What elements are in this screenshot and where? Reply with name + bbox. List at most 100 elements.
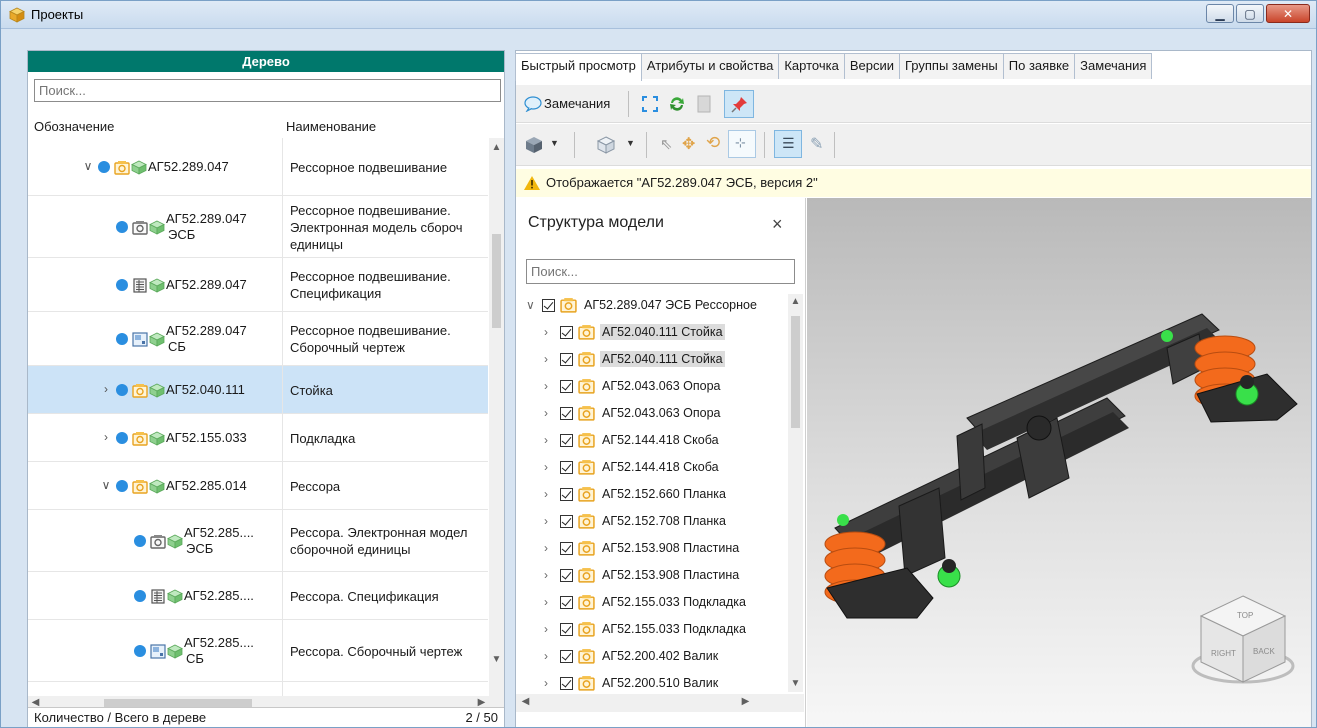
view-cube-outline-icon[interactable] (596, 136, 616, 154)
visibility-checkbox[interactable] (560, 326, 573, 339)
visibility-checkbox[interactable] (560, 569, 573, 582)
visibility-checkbox[interactable] (560, 461, 573, 474)
tree-row[interactable]: › АГ52.155.033 Подкладка (28, 414, 488, 462)
structure-item[interactable]: › АГ52.200.510 Валик (516, 672, 784, 692)
column-header-designation[interactable]: Обозначение (34, 119, 114, 134)
structure-item[interactable]: › АГ52.152.708 Планка (516, 510, 784, 534)
expand-chevron-icon[interactable]: › (544, 514, 548, 528)
select-cursor-icon[interactable]: ⇖ (660, 135, 673, 153)
visibility-checkbox[interactable] (560, 353, 573, 366)
structure-item[interactable]: › АГ52.153.908 Пластина (516, 564, 784, 588)
structure-item[interactable]: › АГ52.200.402 Валик (516, 645, 784, 669)
collapse-chevron-icon[interactable]: ∨ (82, 159, 94, 173)
tree-row[interactable]: АГ52.289.047 СБ Рессорное подвешивание. Сбо… (28, 312, 488, 366)
column-header-name[interactable]: Наименование (286, 119, 376, 134)
tree-row[interactable]: АГ52.285.... СБ Рессора. Сборочный чертеж (28, 620, 488, 682)
refresh-icon[interactable] (668, 95, 686, 113)
tree-row[interactable]: АГ52.289.047 ЭСБ Рессорное подвешивание. Эл… (28, 196, 488, 258)
expand-chevron-icon[interactable]: › (544, 487, 548, 501)
expand-chevron-icon[interactable]: › (544, 352, 548, 366)
title-bar[interactable]: Проекты ▁ ▢ ✕ (1, 1, 1316, 29)
measure-tool-icon[interactable]: ✎ (810, 134, 823, 154)
view-cube-right-label[interactable]: RIGHT (1211, 649, 1236, 658)
structure-root-item[interactable]: ∨ АГ52.289.047 ЭСБ Рессорное (516, 294, 784, 318)
3d-viewport[interactable]: TOP RIGHT BACK (807, 198, 1311, 728)
view-cube[interactable]: TOP RIGHT BACK (1191, 595, 1295, 684)
tree-row[interactable]: ∨ АГ52.285.014 Рессора (28, 462, 488, 510)
pan-move-icon[interactable]: ✥ (682, 134, 695, 154)
structure-item[interactable]: › АГ52.155.033 Подкладка (516, 618, 784, 642)
tree-row[interactable]: ∨ АГ52.289.047 Рессорное подвешивание (28, 138, 488, 196)
collapse-chevron-icon[interactable]: ∨ (100, 478, 112, 492)
scroll-down-icon[interactable]: ▼ (489, 654, 504, 665)
visibility-checkbox[interactable] (560, 515, 573, 528)
structure-toggle-button[interactable]: ☰ (774, 130, 802, 158)
expand-chevron-icon[interactable]: › (100, 382, 112, 396)
structure-item[interactable]: › АГ52.040.111 Стойка (516, 321, 784, 345)
scroll-left-icon[interactable]: ◀ (518, 696, 533, 707)
view-cube-top-label[interactable]: TOP (1237, 611, 1253, 620)
structure-item[interactable]: › АГ52.152.660 Планка (516, 483, 784, 507)
fullscreen-icon[interactable] (642, 96, 658, 112)
visibility-checkbox[interactable] (560, 596, 573, 609)
tab-remarks[interactable]: Замечания (1074, 53, 1153, 79)
structure-item[interactable]: › АГ52.155.033 Подкладка (516, 591, 784, 615)
tab-replacement-groups[interactable]: Группы замены (898, 53, 1004, 79)
tree-row[interactable]: АГ52.289.047 Рессорное подвешивание. Специ… (28, 258, 488, 312)
visibility-checkbox[interactable] (560, 434, 573, 447)
structure-vertical-scrollbar[interactable]: ▲ ▼ (788, 294, 803, 692)
structure-item[interactable]: › АГ52.144.418 Скоба (516, 456, 784, 480)
visibility-checkbox[interactable] (560, 488, 573, 501)
expand-chevron-icon[interactable]: › (544, 433, 548, 447)
structure-search-input[interactable] (526, 259, 795, 284)
expand-chevron-icon[interactable]: › (544, 622, 548, 636)
scroll-up-icon[interactable]: ▲ (489, 142, 504, 153)
visibility-checkbox[interactable] (542, 299, 555, 312)
expand-chevron-icon[interactable]: › (544, 676, 548, 690)
tab-card[interactable]: Карточка (778, 53, 845, 79)
scroll-right-icon[interactable]: ▶ (738, 696, 753, 707)
expand-chevron-icon[interactable]: › (544, 325, 548, 339)
display-mode-dropdown-icon[interactable]: ▼ (550, 138, 559, 148)
visibility-checkbox[interactable] (560, 407, 573, 420)
tree-row[interactable]: АГ52.285.... Рессора. Спецификация (28, 572, 488, 620)
remarks-button[interactable]: Замечания (544, 96, 610, 111)
structure-item[interactable]: › АГ52.043.063 Опора (516, 402, 784, 426)
expand-chevron-icon[interactable]: › (544, 595, 548, 609)
pin-button[interactable] (724, 90, 754, 118)
expand-chevron-icon[interactable]: › (544, 568, 548, 582)
scroll-up-icon[interactable]: ▲ (788, 296, 803, 307)
suspension-model[interactable]: TOP RIGHT BACK (807, 198, 1311, 728)
expand-chevron-icon[interactable]: › (544, 460, 548, 474)
tree-search-input[interactable] (34, 79, 501, 102)
expand-chevron-icon[interactable]: › (100, 430, 112, 444)
visibility-checkbox[interactable] (560, 380, 573, 393)
minimize-button[interactable]: ▁ (1206, 4, 1234, 23)
explode-button[interactable]: ⊹ (728, 130, 756, 158)
visibility-checkbox[interactable] (560, 542, 573, 555)
structure-horizontal-scrollbar[interactable]: ◀ ▶ (516, 694, 804, 712)
structure-item[interactable]: › АГ52.043.063 Опора (516, 375, 784, 399)
expand-chevron-icon[interactable]: › (544, 379, 548, 393)
structure-item[interactable]: › АГ52.144.418 Скоба (516, 429, 784, 453)
tree-vertical-scrollbar[interactable]: ▲ ▼ (489, 138, 504, 726)
structure-close-icon[interactable]: × (772, 214, 783, 235)
tree-row[interactable]: › АГ52.040.111 Стойка (28, 366, 488, 414)
visibility-checkbox[interactable] (560, 650, 573, 663)
visibility-checkbox[interactable] (560, 677, 573, 690)
expand-chevron-icon[interactable]: › (544, 406, 548, 420)
structure-vertical-scroll-thumb[interactable] (791, 316, 800, 428)
tab-quick-view[interactable]: Быстрый просмотр (515, 53, 642, 81)
view-cube-back-label[interactable]: BACK (1253, 647, 1275, 656)
visibility-checkbox[interactable] (560, 623, 573, 636)
scroll-down-icon[interactable]: ▼ (788, 678, 803, 689)
tab-attributes[interactable]: Атрибуты и свойства (640, 53, 780, 79)
structure-item[interactable]: › АГ52.040.111 Стойка (516, 348, 784, 372)
display-mode-cube-icon[interactable] (524, 136, 544, 154)
tab-by-request[interactable]: По заявке (1002, 53, 1076, 79)
expand-chevron-icon[interactable]: › (544, 541, 548, 555)
collapse-chevron-icon[interactable]: ∨ (526, 298, 535, 312)
view-dropdown-icon[interactable]: ▼ (626, 138, 635, 148)
expand-chevron-icon[interactable]: › (544, 649, 548, 663)
tab-versions[interactable]: Версии (843, 53, 900, 79)
